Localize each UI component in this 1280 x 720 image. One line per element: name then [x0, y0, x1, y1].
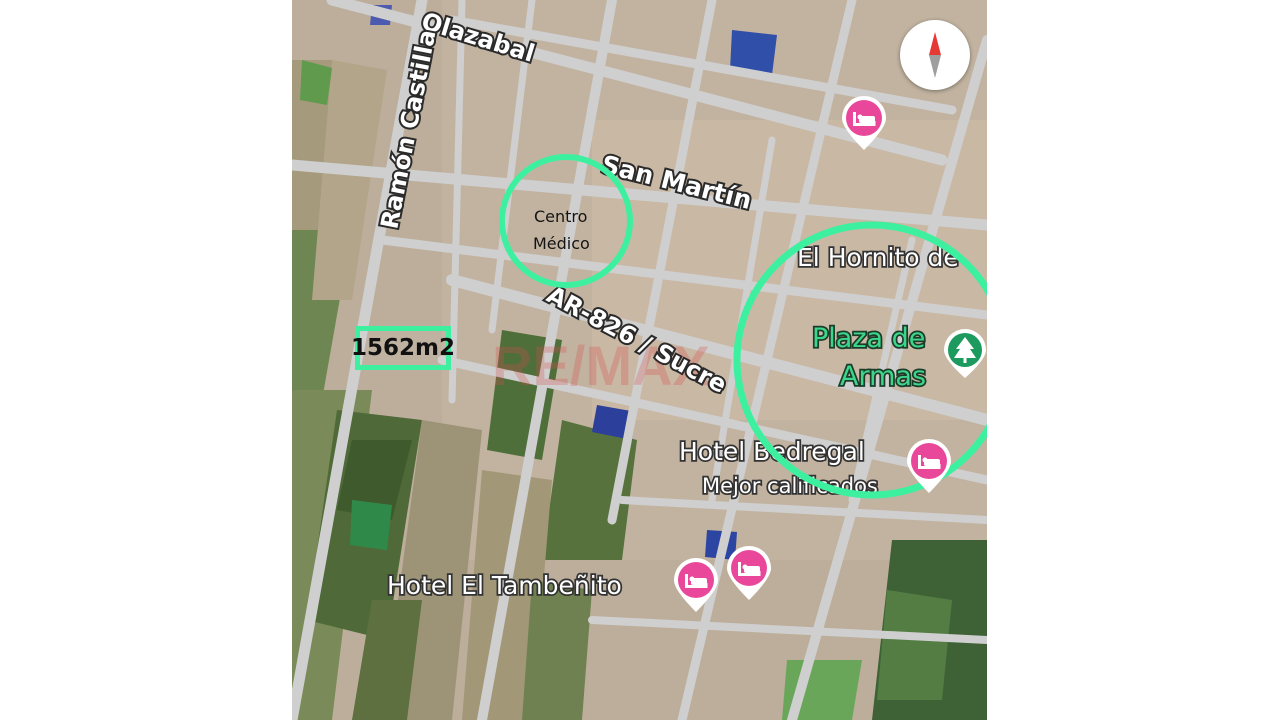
map-view[interactable]: RE/MAX Olazabal Ramón Castilla San Martí…	[292, 0, 987, 720]
farm-field	[350, 500, 392, 550]
place-label-plaza-line1: Plaza de	[812, 323, 925, 354]
medical-center-label-line2: Médico	[533, 234, 590, 253]
farm-field	[877, 590, 952, 700]
place-label-plaza-line2: Armas	[840, 361, 926, 392]
farm-field	[300, 60, 332, 105]
plot-area-label: 1562m2	[351, 326, 455, 370]
place-label-hornito: El Hornito de	[797, 243, 959, 272]
hotel-label-tambenito: Hotel El Tambeñito	[387, 571, 622, 600]
compass-icon	[929, 32, 941, 78]
medical-center-label-line1: Centro	[534, 207, 587, 226]
compass-button[interactable]	[900, 20, 970, 90]
farm-field	[522, 580, 592, 720]
